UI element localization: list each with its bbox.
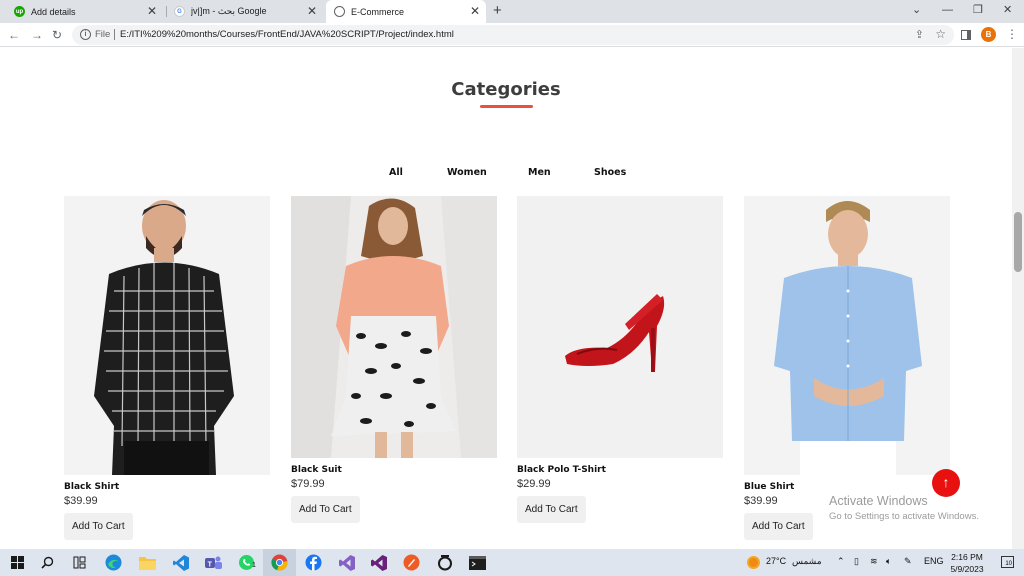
github-desktop-icon[interactable]	[435, 553, 454, 572]
file-explorer-icon[interactable]	[138, 553, 157, 572]
product-price: $39.99	[64, 495, 98, 507]
tab-add-details[interactable]: up Add details ✕	[8, 0, 163, 23]
scheme-divider	[114, 29, 115, 40]
product-name: Blue Shirt	[744, 482, 795, 492]
product-card: Black Shirt $39.99 Add To Cart	[64, 196, 270, 540]
page-scrollbar[interactable]	[1012, 48, 1024, 549]
close-tab-icon[interactable]: ✕	[307, 5, 317, 17]
add-to-cart-button[interactable]: Add To Cart	[744, 513, 813, 540]
visual-studio-icon[interactable]	[337, 553, 356, 572]
watermark-subtitle: Go to Settings to activate Windows.	[829, 511, 979, 522]
google-icon: G	[174, 6, 185, 17]
device-icon[interactable]: ▯	[854, 556, 859, 567]
whatsapp-badge: 1	[252, 562, 256, 569]
watermark-title: Activate Windows	[829, 494, 928, 508]
tab-separator	[166, 6, 167, 17]
chrome-icon[interactable]	[270, 553, 289, 572]
filter-all[interactable]: All	[389, 167, 403, 178]
terminal-icon[interactable]	[468, 553, 487, 572]
upwork-icon: up	[14, 6, 25, 17]
volume-icon[interactable]: 🔈︎	[886, 556, 891, 567]
section-title: Categories	[451, 79, 561, 100]
sun-weather-icon	[744, 553, 763, 572]
reload-icon[interactable]: ↻	[52, 28, 62, 42]
windows-start-icon[interactable]	[8, 553, 27, 572]
globe-icon	[334, 6, 345, 17]
side-panel-icon[interactable]	[961, 30, 971, 40]
add-to-cart-button[interactable]: Add To Cart	[291, 496, 360, 523]
edge-icon[interactable]	[104, 553, 123, 572]
info-icon[interactable]: i	[80, 29, 91, 40]
add-to-cart-button[interactable]: Add To Cart	[64, 513, 133, 540]
profile-avatar[interactable]: B	[981, 27, 996, 42]
product-price: $29.99	[517, 478, 551, 490]
filter-women[interactable]: Women	[447, 167, 487, 178]
tab-search-chevron-icon[interactable]: ⌄	[912, 3, 921, 17]
svg-text:T: T	[208, 561, 213, 568]
vscode-icon[interactable]	[171, 553, 190, 572]
wifi-icon[interactable]: ≋	[870, 556, 878, 567]
close-tab-icon[interactable]: ✕	[470, 5, 480, 17]
activate-windows-watermark: Activate Windows Go to Settings to activ…	[829, 494, 979, 522]
postman-icon[interactable]	[402, 553, 421, 572]
restore-icon[interactable]: ❐	[973, 3, 983, 17]
forward-arrow-icon[interactable]: →	[31, 28, 43, 42]
scroll-to-top-button[interactable]: ↑	[932, 469, 960, 497]
product-image[interactable]	[64, 196, 270, 475]
clock-date: 5/9/2023	[950, 564, 984, 574]
title-underline	[480, 105, 533, 108]
widgets-icon[interactable]	[70, 553, 89, 572]
windows-taskbar: T 1 27°C مشمس ⌃ ▯ ≋ 🔈︎ ✎ ENG 2:16 PM 5/9…	[0, 549, 1024, 576]
minimize-icon[interactable]: —	[942, 3, 953, 17]
weather-description[interactable]: مشمس	[792, 556, 822, 567]
tab-e-commerce[interactable]: E-Commerce ✕	[326, 0, 486, 23]
product-image[interactable]	[744, 196, 950, 475]
scrollbar-thumb[interactable]	[1014, 212, 1022, 272]
facebook-icon[interactable]	[304, 553, 323, 572]
browser-tab-strip: up Add details ✕ G jv|]m - بحث Google ✕ …	[0, 0, 1024, 23]
share-icon[interactable]: ⇪	[915, 28, 924, 41]
bookmark-star-icon[interactable]: ☆	[935, 27, 946, 41]
page-viewport: Categories All Women Men Shoes Black Shi…	[0, 48, 1012, 549]
product-name: Black Suit	[291, 465, 342, 475]
teams-icon[interactable]: T	[204, 553, 223, 572]
show-hidden-icons-icon[interactable]: ⌃	[837, 556, 845, 567]
scheme-label: File	[95, 29, 111, 40]
product-price: $79.99	[291, 478, 325, 490]
weather-temperature[interactable]: 27°C	[766, 556, 786, 566]
product-image[interactable]	[517, 196, 723, 458]
product-name: Black Shirt	[64, 482, 120, 492]
filter-shoes[interactable]: Shoes	[594, 167, 626, 178]
tab-google-search[interactable]: G jv|]m - بحث Google ✕	[168, 0, 323, 23]
close-window-icon[interactable]: ✕	[1003, 3, 1012, 17]
visual-studio-preview-icon[interactable]	[369, 553, 388, 572]
filter-men[interactable]: Men	[528, 167, 551, 178]
add-to-cart-button[interactable]: Add To Cart	[517, 496, 586, 523]
close-tab-icon[interactable]: ✕	[147, 5, 157, 17]
product-card: Black Polo T-Shirt $29.99 Add To Cart	[517, 196, 723, 523]
input-language[interactable]: ENG	[924, 556, 944, 566]
address-bar[interactable]: i File E:/ITI%209%20months/Courses/Front…	[72, 25, 954, 45]
url-text[interactable]: E:/ITI%209%20months/Courses/FrontEnd/JAV…	[120, 29, 454, 40]
product-image[interactable]	[291, 196, 497, 458]
back-arrow-icon[interactable]: ←	[8, 28, 20, 42]
notification-center-icon[interactable]: 10	[1001, 556, 1014, 568]
pen-icon[interactable]: ✎	[904, 556, 912, 567]
product-card: Black Suit $79.99 Add To Cart	[291, 196, 497, 523]
new-tab-button[interactable]: +	[493, 3, 502, 19]
product-name: Black Polo T-Shirt	[517, 465, 606, 475]
product-card: Blue Shirt $39.99 Add To Cart	[744, 196, 950, 540]
system-clock[interactable]: 2:16 PM 5/9/2023	[947, 551, 987, 575]
browser-toolbar: ← → ↻ i File E:/ITI%209%20months/Courses…	[0, 23, 1024, 47]
browser-menu-icon[interactable]: ⋮	[1006, 27, 1018, 41]
arrow-up-icon: ↑	[942, 474, 950, 490]
clock-time: 2:16 PM	[951, 552, 983, 562]
search-icon[interactable]	[38, 553, 57, 572]
notification-count: 10	[1005, 561, 1012, 567]
